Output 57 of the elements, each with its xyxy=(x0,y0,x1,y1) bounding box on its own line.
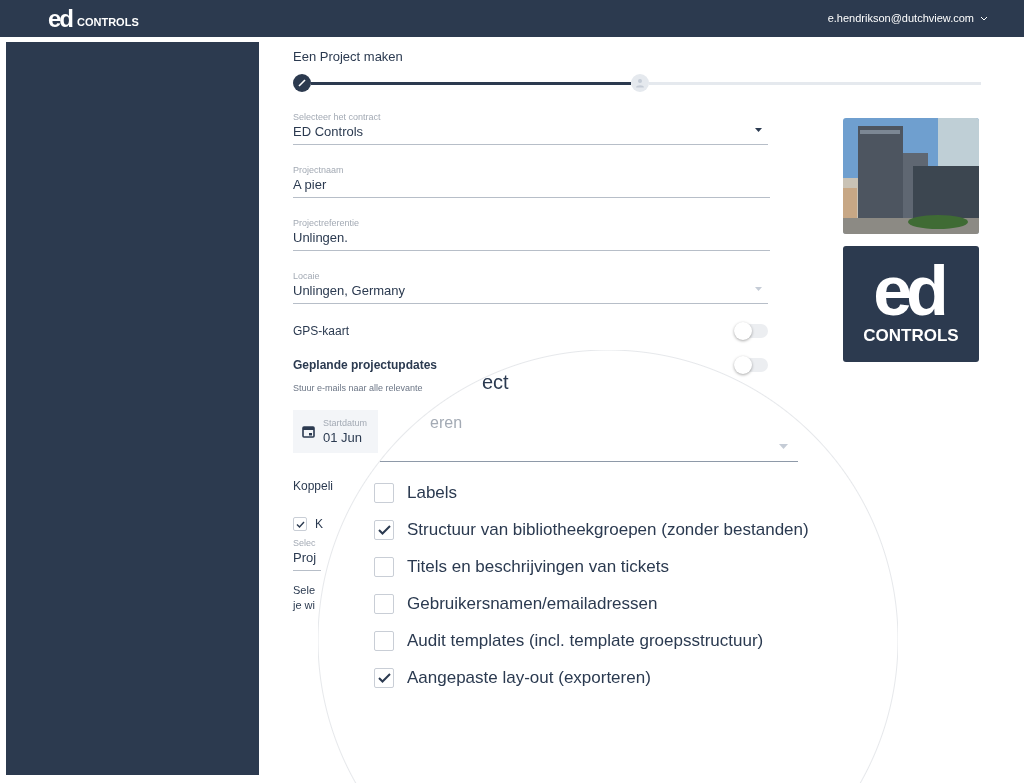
chevron-down-icon xyxy=(980,16,988,21)
calendar-icon xyxy=(302,425,315,438)
section-heading: Koppeli xyxy=(293,478,334,495)
section-heading: ect xyxy=(482,372,509,392)
checkbox[interactable] xyxy=(374,593,394,614)
field-label: Selec xyxy=(293,537,317,549)
check-icon xyxy=(377,672,391,683)
option-label: Audit templates (incl. template groepsstructuur) xyxy=(407,629,764,652)
field-label: Startdatum xyxy=(323,416,368,429)
field-value: Unlingen. xyxy=(293,229,349,247)
field-value: ED Controls xyxy=(293,123,365,141)
field-value: Unlingen, Germany xyxy=(293,282,406,300)
form-field[interactable]: Selec Proj xyxy=(293,533,321,571)
logo-mark: ed xyxy=(873,259,944,323)
form-field[interactable]: Projectreferentie Unlingen. xyxy=(293,198,770,251)
option-label: Titels en beschrijvingen van tickets xyxy=(407,555,670,578)
checkbox-label: K xyxy=(315,516,323,533)
check-icon xyxy=(295,520,305,528)
logo-text: CONTROLS xyxy=(863,324,959,347)
checkbox[interactable] xyxy=(293,517,307,531)
person-step-icon[interactable] xyxy=(631,74,649,92)
check-icon xyxy=(377,524,391,535)
field-label: Projectreferentie xyxy=(293,217,361,229)
option-label: Structuur van bibliotheekgroepen (zonder bestanden) xyxy=(407,518,809,541)
logo-text: CONTROLS xyxy=(77,15,139,30)
caret-down-icon xyxy=(779,444,788,449)
form-field[interactable]: Selecteer het contract ED Controls xyxy=(293,92,768,145)
option-label: Aangepaste lay-out (exporteren) xyxy=(407,666,651,689)
checkbox[interactable] xyxy=(374,667,394,688)
toggle-label: Geplande projectupdates xyxy=(293,357,438,374)
user-menu[interactable]: e.hendrikson@dutchview.com xyxy=(827,10,988,27)
caret-down-icon xyxy=(755,287,762,291)
pencil-step-icon[interactable] xyxy=(293,74,311,92)
field-label: Projectnaam xyxy=(293,164,345,176)
toggle-label: GPS-kaart xyxy=(293,323,349,340)
field-label: Locaie xyxy=(293,270,321,282)
toggle-switch[interactable] xyxy=(734,324,768,338)
caret-down-icon xyxy=(755,128,762,132)
field-value: A pier xyxy=(293,176,328,194)
page-title: Een Project maken xyxy=(293,48,404,66)
field-value: Proj xyxy=(293,549,317,567)
checkbox[interactable] xyxy=(374,556,394,577)
form-field[interactable]: Locaie Unlingen, Germany xyxy=(293,251,768,304)
help-text: Sele je wi xyxy=(293,583,316,613)
logo-mark: ed xyxy=(48,6,74,31)
form-field[interactable]: Projectnaam A pier xyxy=(293,145,770,198)
field-label: Selecteer het contract xyxy=(293,111,382,123)
checkbox[interactable] xyxy=(374,630,394,651)
option-label: Gebruikersnamen/emailadressen xyxy=(407,592,658,615)
date-field[interactable]: Startdatum 01 Jun xyxy=(293,410,378,453)
field-label: eren xyxy=(430,413,463,433)
hint-text: Stuur e-mails naar alle relevante xyxy=(293,382,423,394)
field-value: 01 Jun xyxy=(323,428,364,447)
toggle-switch[interactable] xyxy=(734,358,768,372)
checkbox[interactable] xyxy=(374,482,394,503)
option-label: Labels xyxy=(407,481,458,504)
checkbox[interactable] xyxy=(374,519,394,540)
